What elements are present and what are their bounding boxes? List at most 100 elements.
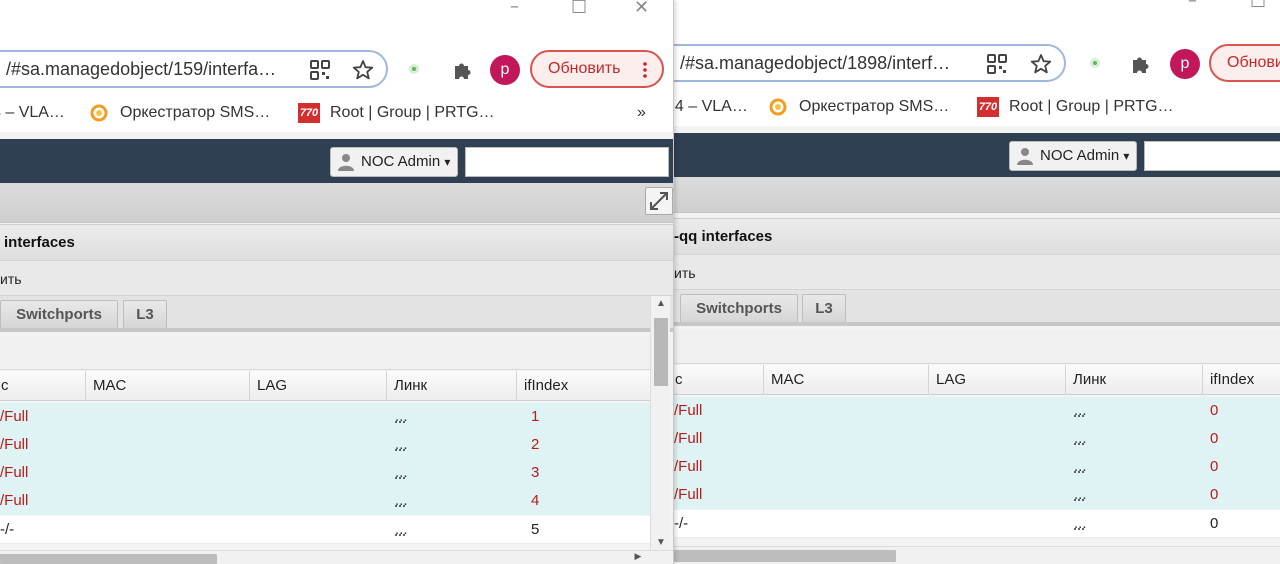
table-row[interactable]: /Full ... 0 (674, 425, 1280, 453)
url-text: /#sa.managedobject/1898/interf… (680, 53, 951, 73)
bookmarks-bar: 24 – VLA… Оркестратор SMS… 770 Root | Gro… (674, 88, 1280, 126)
panel-title: -qq interfaces (674, 218, 1280, 254)
star-icon[interactable] (352, 59, 374, 81)
bookmark-prtg[interactable]: 770 Root | Group | PRTG… (298, 94, 495, 132)
update-button[interactable]: Обновить (530, 50, 664, 88)
horizontal-scrollbar[interactable]: ▶ (0, 550, 673, 564)
qr-icon[interactable] (986, 53, 1008, 75)
cell-status: /Full (674, 458, 703, 475)
column-header-lag[interactable]: LAG (250, 371, 387, 401)
cell-link[interactable]: ... (1074, 453, 1087, 481)
cell-link[interactable]: ... (395, 487, 408, 515)
cell-link[interactable]: ... (395, 516, 408, 544)
expand-icon (650, 192, 668, 210)
vertical-scrollbar[interactable]: ▲ ▼ (650, 296, 670, 550)
table-row[interactable]: /Full ... 0 (674, 481, 1280, 509)
user-avatar-icon (338, 154, 354, 171)
tab-switchports[interactable]: Switchports (680, 294, 798, 322)
browser-window-left: – ☐ ✕ /#sa.managedobject/159/interfa… p … (0, 0, 674, 564)
panel-toolbar: ить (674, 254, 1280, 290)
bookmarks-more-button[interactable]: » (637, 94, 646, 132)
cell-status: -/- (0, 521, 15, 538)
global-search-input[interactable] (1144, 141, 1280, 171)
maximize-button[interactable]: ☐ (1250, 0, 1266, 12)
prtg-icon: 770 (298, 102, 320, 123)
browser-toolbar: /#sa.managedobject/1898/interf… p Обнови (674, 38, 1280, 88)
table-row[interactable]: /Full ... 1 (0, 403, 653, 431)
table-row[interactable]: /Full ... 0 (674, 397, 1280, 425)
scrollbar-thumb[interactable] (654, 318, 668, 386)
puzzle-icon[interactable] (1129, 53, 1151, 75)
bookmark-vla[interactable]: 24 – VLA… (674, 88, 748, 126)
cell-ifindex: 0 (1210, 430, 1219, 447)
bookmark-sms-orchestrator[interactable]: Оркестратор SMS… (88, 94, 270, 132)
profile-avatar[interactable]: p (1170, 49, 1200, 79)
app-navbar: NOC Admin ▾ (674, 133, 1280, 177)
tab-switchports[interactable]: Switchports (0, 300, 118, 328)
cell-status: /Full (0, 436, 29, 453)
maximize-button[interactable]: ☐ (571, 0, 587, 18)
column-header-status[interactable]: с (0, 371, 86, 401)
star-icon[interactable] (1030, 53, 1052, 75)
bookmark-label: 24 – VLA… (674, 98, 748, 115)
menu-dots-icon[interactable] (643, 62, 647, 78)
extension-dot-icon[interactable] (1090, 58, 1100, 68)
toolbar-button-label[interactable]: ить (0, 271, 22, 287)
cell-link[interactable]: ... (395, 403, 408, 431)
update-button[interactable]: Обнови (1209, 44, 1280, 82)
extension-dot-icon[interactable] (409, 64, 419, 74)
scroll-down-arrow-icon[interactable]: ▼ (651, 537, 671, 548)
column-header-status[interactable]: с (674, 365, 764, 395)
table-row[interactable]: /Full ... 2 (0, 431, 653, 459)
horizontal-scrollbar[interactable] (674, 546, 1280, 564)
qr-icon[interactable] (309, 59, 331, 81)
workspace-header (0, 183, 673, 223)
global-search-input[interactable] (465, 147, 669, 177)
cell-link[interactable]: ... (1074, 425, 1087, 453)
table-row[interactable]: -/- ... 5 (0, 516, 653, 544)
tab-l3[interactable]: L3 (123, 300, 167, 328)
column-header-ifindex[interactable]: ifIndex (517, 371, 654, 401)
scrollbar-thumb[interactable] (0, 554, 217, 564)
column-header-mac[interactable]: MAC (764, 365, 929, 395)
app-navbar: NOC Admin ▾ (0, 139, 673, 183)
scroll-up-arrow-icon[interactable]: ▲ (651, 298, 671, 309)
cell-status: /Full (0, 408, 29, 425)
scroll-right-arrow-icon[interactable]: ▶ (628, 551, 648, 562)
cell-link[interactable]: ... (1074, 481, 1087, 509)
column-header-link[interactable]: Линк (387, 371, 517, 401)
cell-link[interactable]: ... (1074, 510, 1087, 538)
table-row[interactable]: /Full ... 3 (0, 459, 653, 487)
bookmark-sms-orchestrator[interactable]: Оркестратор SMS… (767, 88, 949, 126)
grid-header: с MAC LAG Линк ifIndex (0, 371, 653, 401)
table-row[interactable]: /Full ... 4 (0, 487, 653, 515)
bookmark-label: Root | Group | PRTG… (330, 104, 495, 121)
table-row[interactable]: -/- ... 0 (674, 510, 1280, 538)
workspace-header (674, 177, 1280, 213)
cell-link[interactable]: ... (1074, 397, 1087, 425)
profile-avatar[interactable]: p (490, 55, 520, 85)
minimize-button[interactable]: – (510, 0, 519, 17)
close-button[interactable]: ✕ (634, 0, 649, 18)
puzzle-icon[interactable] (451, 59, 473, 81)
bookmark-prtg[interactable]: 770 Root | Group | PRTG… (977, 88, 1174, 126)
panel-title-text: interfaces (4, 234, 75, 251)
table-row[interactable]: /Full ... 0 (674, 453, 1280, 481)
user-menu-button[interactable]: NOC Admin ▾ (1009, 141, 1137, 171)
scrollbar-thumb[interactable] (674, 550, 896, 562)
cell-ifindex: 4 (531, 492, 540, 509)
cell-link[interactable]: ... (395, 431, 408, 459)
cell-link[interactable]: ... (395, 459, 408, 487)
expand-button[interactable] (645, 187, 673, 215)
column-header-lag[interactable]: LAG (929, 365, 1066, 395)
column-header-mac[interactable]: MAC (86, 371, 250, 401)
title-bar: – ☐ (674, 0, 1280, 38)
bookmark-vla[interactable]: 4 – VLA… (0, 94, 65, 132)
column-header-ifindex[interactable]: ifIndex (1203, 365, 1280, 395)
column-header-link[interactable]: Линк (1066, 365, 1203, 395)
minimize-button[interactable]: – (1188, 0, 1197, 11)
tab-l3[interactable]: L3 (802, 294, 846, 322)
toolbar-button-label[interactable]: ить (674, 265, 696, 281)
user-menu-button[interactable]: NOC Admin ▾ (330, 147, 458, 177)
bookmarks-bar: 4 – VLA… Оркестратор SMS… 770 Root | Grou… (0, 94, 673, 132)
